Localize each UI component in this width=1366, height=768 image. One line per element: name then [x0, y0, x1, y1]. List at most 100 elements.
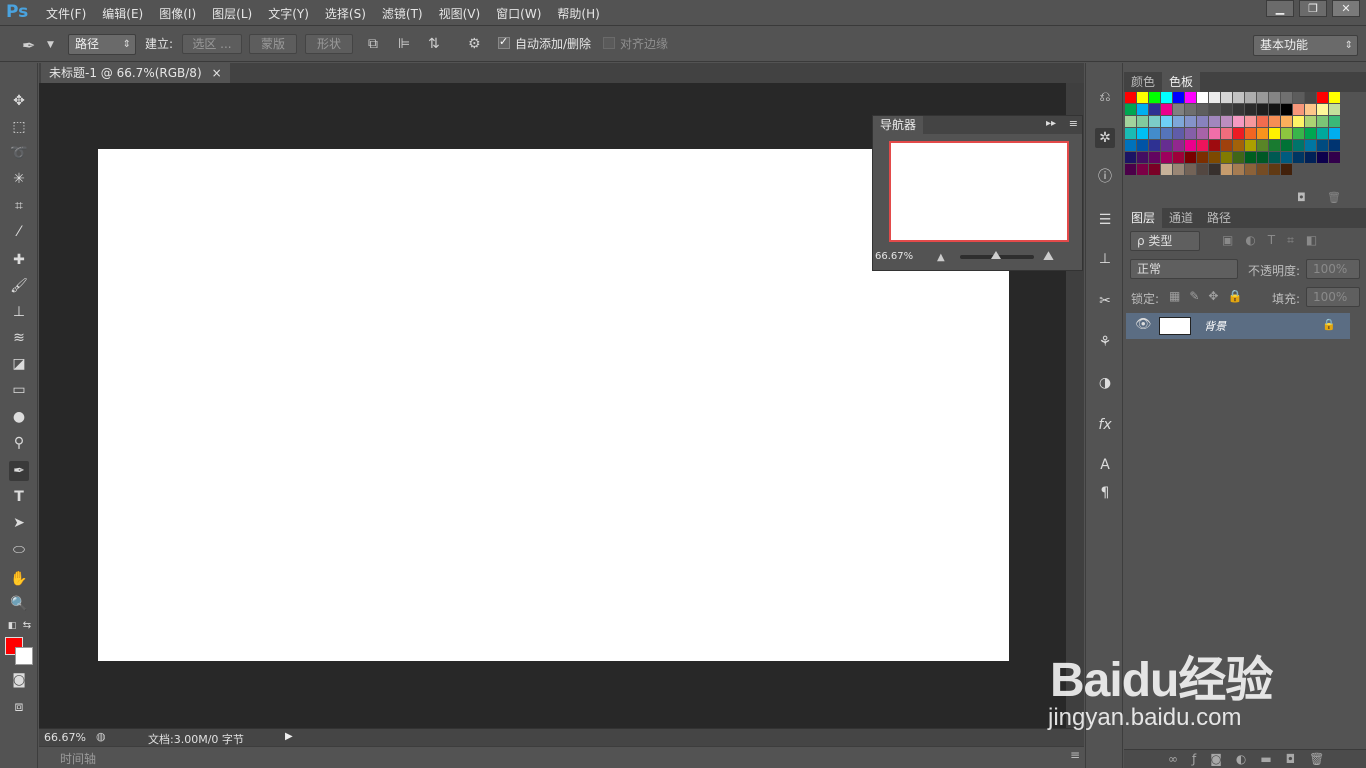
navigator-zoom-value[interactable]: 66.67% [875, 251, 913, 262]
layer-filter-icons[interactable]: ▣◐T⌗◧ [1222, 233, 1329, 248]
align-edges-checkbox[interactable] [603, 37, 615, 49]
color-swatch[interactable] [1245, 92, 1256, 103]
color-swatch[interactable] [1317, 152, 1328, 163]
tab-paths[interactable]: 路径 [1200, 208, 1238, 228]
color-swatch[interactable] [1329, 152, 1340, 163]
color-swatch[interactable] [1329, 140, 1340, 151]
fill-input[interactable]: 100% [1306, 287, 1360, 307]
color-swatch[interactable] [1245, 164, 1256, 175]
color-swatch[interactable] [1245, 116, 1256, 127]
color-swatch[interactable] [1221, 104, 1232, 115]
color-swatch[interactable] [1245, 128, 1256, 139]
type-tool-icon[interactable]: T [9, 487, 29, 507]
eye-icon[interactable]: 👁 [1135, 317, 1152, 332]
color-swatch[interactable] [1197, 164, 1208, 175]
new-swatch-icon[interactable]: ◘ [1297, 191, 1306, 204]
color-swatch[interactable] [1209, 104, 1220, 115]
color-swatch[interactable] [1305, 116, 1316, 127]
navigator-zoom-slider[interactable] [960, 251, 1034, 259]
color-swatch[interactable] [1281, 92, 1292, 103]
color-swatch[interactable] [1329, 104, 1340, 115]
color-swatch[interactable] [1233, 152, 1244, 163]
navigator-panel-icon[interactable]: ✲ [1095, 128, 1115, 148]
color-swatch[interactable] [1161, 152, 1172, 163]
color-swatch[interactable] [1197, 140, 1208, 151]
color-swatch[interactable] [1293, 152, 1304, 163]
swap-colors-icon[interactable]: ⇆ [17, 616, 37, 636]
color-swatch[interactable] [1293, 140, 1304, 151]
color-swatch[interactable] [1269, 152, 1280, 163]
pen-tool-preset-icon[interactable]: ✒ [22, 36, 35, 55]
color-swatch[interactable] [1257, 128, 1268, 139]
color-swatch[interactable] [1149, 104, 1160, 115]
color-swatch[interactable] [1257, 152, 1268, 163]
make-mask-button[interactable]: 蒙版 [249, 34, 297, 54]
color-swatch[interactable] [1149, 116, 1160, 127]
color-swatch[interactable] [1305, 92, 1316, 103]
path-operations-icon[interactable]: ⧉ [368, 36, 378, 52]
color-swatch[interactable] [1137, 104, 1148, 115]
color-swatch[interactable] [1269, 128, 1280, 139]
color-swatch[interactable] [1209, 92, 1220, 103]
document-tab[interactable]: 未标题-1 @ 66.7%(RGB/8) × [41, 63, 230, 83]
menu-item[interactable]: 图像(I) [159, 5, 196, 22]
color-swatch[interactable] [1281, 116, 1292, 127]
color-swatch[interactable] [1185, 164, 1196, 175]
color-swatch[interactable] [1269, 116, 1280, 127]
color-swatch[interactable] [1245, 104, 1256, 115]
menu-item[interactable]: 帮助(H) [557, 5, 599, 22]
color-swatch[interactable] [1245, 152, 1256, 163]
color-swatch[interactable] [1281, 164, 1292, 175]
color-swatch[interactable] [1125, 152, 1136, 163]
color-swatch[interactable] [1233, 104, 1244, 115]
path-arrangement-icon[interactable]: ⇅ [428, 36, 440, 52]
panel-menu-icon[interactable]: ≡ [1069, 117, 1078, 130]
color-swatch[interactable] [1125, 92, 1136, 103]
color-swatch[interactable] [1329, 116, 1340, 127]
color-swatch[interactable] [1209, 140, 1220, 151]
color-swatch[interactable] [1125, 140, 1136, 151]
color-swatch[interactable] [1281, 104, 1292, 115]
color-swatch[interactable] [1221, 152, 1232, 163]
color-swatch[interactable] [1281, 152, 1292, 163]
color-swatch[interactable] [1293, 128, 1304, 139]
color-swatch[interactable] [1185, 152, 1196, 163]
paragraph-panel-icon[interactable]: ¶ [1095, 483, 1115, 503]
color-swatch[interactable] [1305, 152, 1316, 163]
color-swatch[interactable] [1305, 104, 1316, 115]
color-swatch[interactable] [1281, 128, 1292, 139]
collapse-panel-icon[interactable]: ▸▸ [1046, 118, 1056, 129]
color-swatch[interactable] [1125, 116, 1136, 127]
color-swatch[interactable] [1257, 116, 1268, 127]
eyedropper-tool-icon[interactable]: ⁄ [9, 222, 29, 242]
blend-mode-select[interactable]: 正常 [1130, 259, 1238, 279]
dodge-tool-icon[interactable]: ⚲ [9, 433, 29, 453]
lock-icons[interactable]: ▦✎✥🔒 [1169, 289, 1251, 303]
color-swatch[interactable] [1209, 164, 1220, 175]
brush-presets-panel-icon[interactable]: ⚘ [1095, 332, 1115, 352]
color-swatch[interactable] [1197, 104, 1208, 115]
gear-icon[interactable]: ⚙ [468, 36, 481, 52]
make-selection-button[interactable]: 选区 ... [182, 34, 242, 54]
menu-item[interactable]: 视图(V) [439, 5, 481, 22]
layer-name[interactable]: 背景 [1204, 318, 1226, 334]
color-swatch[interactable] [1197, 128, 1208, 139]
color-swatch[interactable] [1149, 140, 1160, 151]
quick-mask-icon[interactable]: ◙ [9, 670, 29, 690]
mode-select[interactable]: 路径 [68, 34, 136, 55]
color-swatch[interactable] [1221, 164, 1232, 175]
color-swatch[interactable] [1185, 104, 1196, 115]
zoom-out-icon[interactable]: ▲ [937, 252, 945, 263]
color-swatch[interactable] [1173, 128, 1184, 139]
color-swatch[interactable] [1173, 92, 1184, 103]
close-button[interactable]: ✕ [1332, 0, 1360, 17]
pen-tool-icon[interactable]: ✒ [9, 461, 29, 481]
color-swatch[interactable] [1257, 140, 1268, 151]
zoom-in-icon[interactable]: ⛰ [1043, 249, 1054, 264]
menu-item[interactable]: 文字(Y) [268, 5, 309, 22]
timeline-menu-icon[interactable]: ≡ [1070, 748, 1080, 762]
hand-tool-icon[interactable]: ✋ [9, 569, 29, 589]
color-swatch[interactable] [1269, 164, 1280, 175]
close-tab-icon[interactable]: × [212, 63, 222, 83]
color-swatch[interactable] [1317, 140, 1328, 151]
